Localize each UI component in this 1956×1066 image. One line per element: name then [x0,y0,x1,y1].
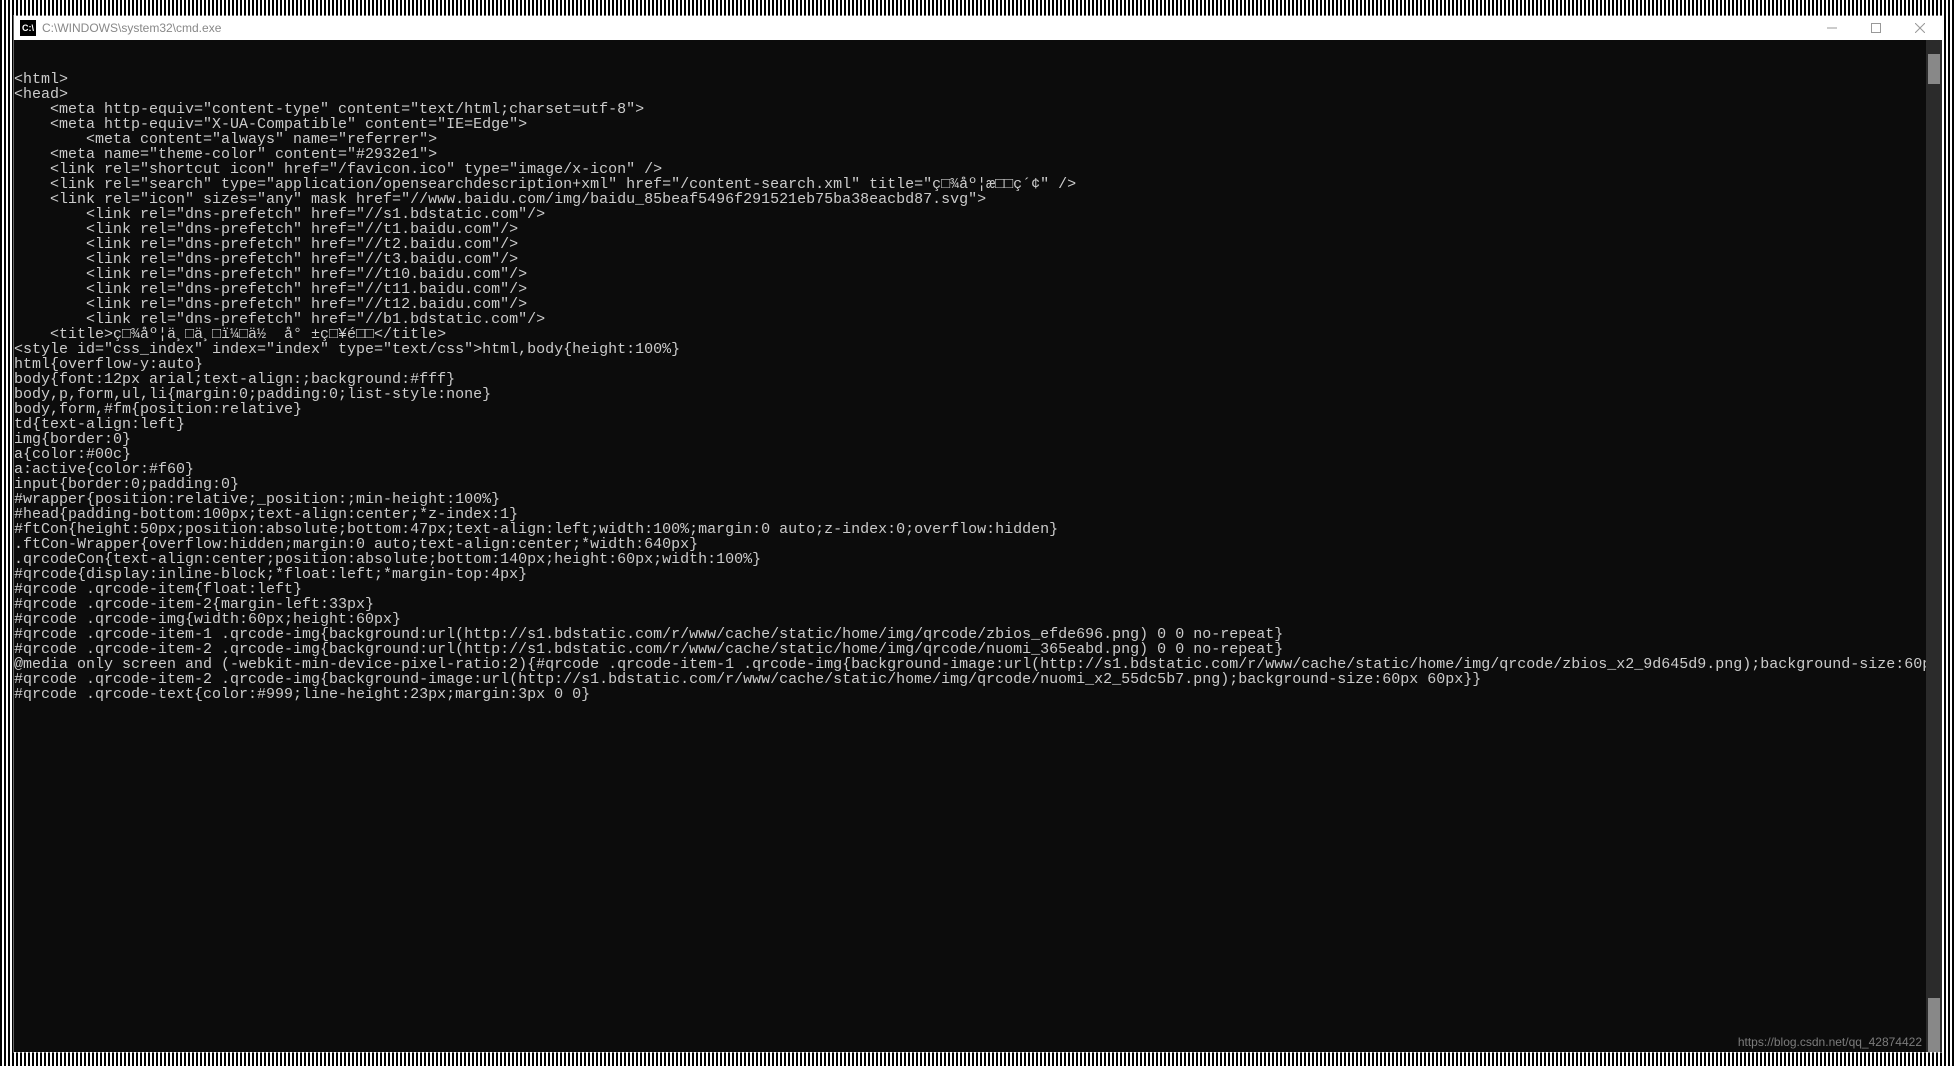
terminal-line: #qrcode .qrcode-item-2 .qrcode-img{backg… [14,672,1942,687]
terminal-lines: <html><head> <meta http-equiv="content-t… [14,72,1942,702]
terminal-line: #qrcode{display:inline-block;*float:left… [14,567,1942,582]
terminal-line: body,p,form,ul,li{margin:0;padding:0;lis… [14,387,1942,402]
terminal-line: <meta http-equiv="X-UA-Compatible" conte… [14,117,1942,132]
terminal-line: .qrcodeCon{text-align:center;position:ab… [14,552,1942,567]
terminal-line: #qrcode .qrcode-item-2{margin-left:33px} [14,597,1942,612]
terminal-line: <title>ç□¾åº¦ä¸□ä¸□ï¼□ä½ å° ±ç□¥é□□</tit… [14,327,1942,342]
terminal-line: img{border:0} [14,432,1942,447]
maximize-button[interactable] [1854,16,1898,40]
terminal-line: <link rel="dns-prefetch" href="//b1.bdst… [14,312,1942,327]
terminal-line: <meta name="theme-color" content="#2932e… [14,147,1942,162]
terminal-line: .ftCon-Wrapper{overflow:hidden;margin:0 … [14,537,1942,552]
terminal-line: a:active{color:#f60} [14,462,1942,477]
terminal-line: #qrcode .qrcode-item{float:left} [14,582,1942,597]
terminal-line: #wrapper{position:relative;_position:;mi… [14,492,1942,507]
watermark: https://blog.csdn.net/qq_42874422 [1738,1035,1922,1050]
titlebar[interactable]: C:\ C:\WINDOWS\system32\cmd.exe [14,16,1942,40]
terminal-line: <link rel="shortcut icon" href="/favicon… [14,162,1942,177]
terminal-line: <link rel="dns-prefetch" href="//t11.bai… [14,282,1942,297]
terminal-line: #ftCon{height:50px;position:absolute;bot… [14,522,1942,537]
cmd-window: C:\ C:\WINDOWS\system32\cmd.exe <html><h… [14,16,1942,1052]
minimize-button[interactable] [1810,16,1854,40]
terminal-line: #qrcode .qrcode-img{width:60px;height:60… [14,612,1942,627]
scrollbar-thumb-top[interactable] [1928,54,1940,84]
terminal-line: <link rel="search" type="application/ope… [14,177,1942,192]
close-button[interactable] [1898,16,1942,40]
terminal-line: <link rel="dns-prefetch" href="//t3.baid… [14,252,1942,267]
app-icon: C:\ [20,20,36,36]
terminal-line: a{color:#00c} [14,447,1942,462]
terminal-line: <link rel="dns-prefetch" href="//t10.bai… [14,267,1942,282]
scrollbar-thumb-bottom[interactable] [1928,998,1940,1052]
terminal-line: #head{padding-bottom:100px;text-align:ce… [14,507,1942,522]
terminal-line: <html> [14,72,1942,87]
terminal-line: body{font:12px arial;text-align:;backgro… [14,372,1942,387]
window-title: C:\WINDOWS\system32\cmd.exe [42,21,1810,35]
terminal-line: #qrcode .qrcode-text{color:#999;line-hei… [14,687,1942,702]
terminal-output[interactable]: <html><head> <meta http-equiv="content-t… [14,40,1942,1052]
scrollbar[interactable] [1926,40,1942,1052]
terminal-line: <style id="css_index" index="index" type… [14,342,1942,357]
terminal-line: #qrcode .qrcode-item-1 .qrcode-img{backg… [14,627,1942,642]
terminal-line: <head> [14,87,1942,102]
terminal-line: <meta http-equiv="content-type" content=… [14,102,1942,117]
terminal-line: body,form,#fm{position:relative} [14,402,1942,417]
terminal-line: input{border:0;padding:0} [14,477,1942,492]
terminal-line: <link rel="dns-prefetch" href="//s1.bdst… [14,207,1942,222]
terminal-line: td{text-align:left} [14,417,1942,432]
terminal-line: html{overflow-y:auto} [14,357,1942,372]
terminal-line: <link rel="dns-prefetch" href="//t2.baid… [14,237,1942,252]
terminal-line: <link rel="icon" sizes="any" mask href="… [14,192,1942,207]
terminal-line: <meta content="always" name="referrer"> [14,132,1942,147]
terminal-line: #qrcode .qrcode-item-2 .qrcode-img{backg… [14,642,1942,657]
terminal-line: <link rel="dns-prefetch" href="//t12.bai… [14,297,1942,312]
terminal-line: <link rel="dns-prefetch" href="//t1.baid… [14,222,1942,237]
terminal-line: @media only screen and (-webkit-min-devi… [14,657,1942,672]
window-controls [1810,16,1942,40]
